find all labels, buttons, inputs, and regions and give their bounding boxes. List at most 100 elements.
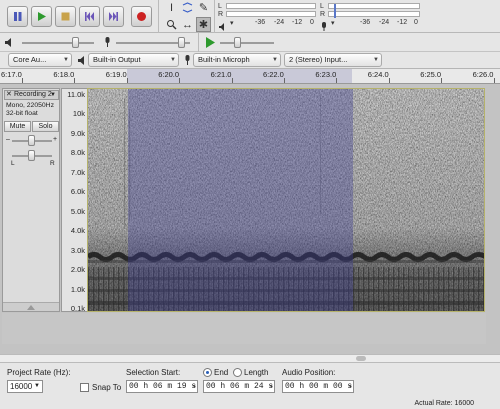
audio-host-value: Core Au... <box>13 55 47 64</box>
playback-meter[interactable]: L R ▾ -36 -24 -12 0 <box>218 2 316 31</box>
meter-chevron-icon[interactable]: ▾ <box>230 19 234 27</box>
play-button[interactable] <box>31 6 52 27</box>
project-rate-combo[interactable]: 16000 ▼ <box>7 380 43 393</box>
length-radio[interactable] <box>233 368 242 377</box>
speaker-icon <box>219 23 224 31</box>
track-pan-slider[interactable] <box>12 149 52 163</box>
audio-position-label: Audio Position: <box>282 368 336 377</box>
collapse-up-icon <box>27 305 35 310</box>
time-shift-tool-icon[interactable]: ↔ <box>180 17 195 32</box>
ruler-tick-mark <box>231 78 233 83</box>
toolbar: I ✎ ↔ ✱ L R ▾ -36 -24 -12 0 L R ▾ -36 -2… <box>0 0 500 33</box>
close-track-icon[interactable]: ✕ <box>6 91 12 99</box>
frequency-label: 10k <box>72 109 85 119</box>
meter-bar-right <box>226 11 316 17</box>
track-control-panel[interactable]: ✕ Recording 2 ▼ Mono, 22050Hz 32-bit flo… <box>2 88 60 312</box>
mute-button[interactable]: Mute <box>4 121 31 132</box>
ruler-tick-mark <box>126 78 128 83</box>
playback-volume-icon <box>5 38 11 47</box>
track-gain-slider[interactable] <box>12 134 52 148</box>
meter-scale-label: -12 <box>292 19 303 26</box>
recording-meter[interactable]: L R ▾ -36 -24 -12 0 <box>320 2 420 31</box>
record-button[interactable] <box>131 6 152 27</box>
track-collapse-bar[interactable] <box>3 302 59 311</box>
playback-device-select[interactable]: Built-in Output ▼ <box>88 53 179 67</box>
ruler-tick-label: 6:18.0 <box>53 70 75 79</box>
selection-start-field[interactable]: 00 h 06 m 19 s ▾ <box>126 380 198 393</box>
chevron-down-icon: ▼ <box>373 57 379 63</box>
spectrogram[interactable] <box>87 88 485 312</box>
track-name-menu[interactable]: ✕ Recording 2 ▼ <box>4 90 59 100</box>
zoom-tool-icon[interactable] <box>164 17 179 32</box>
stop-button[interactable] <box>55 6 76 27</box>
selected-region[interactable] <box>128 89 353 311</box>
record-icon <box>137 12 146 21</box>
ruler-tick-mark <box>74 78 76 83</box>
multi-tool-icon[interactable]: ✱ <box>196 17 211 32</box>
recording-volume-slider[interactable] <box>116 36 190 50</box>
play-icon <box>38 12 46 21</box>
empty-track-space[interactable] <box>2 313 486 344</box>
audio-host-select[interactable]: Core Au... ▼ <box>8 53 72 67</box>
project-rate-value: 16000 <box>10 382 33 391</box>
meter-scale-label: -12 <box>397 19 408 26</box>
frequency-label: 0.1k <box>70 304 85 313</box>
skip-to-end-button[interactable] <box>103 6 124 27</box>
frequency-ruler[interactable]: 11.0k 10k 9.0k 8.0k 7.0k 6.0k 5.0k 4.0k 3.0k 2.0k… <box>61 88 87 313</box>
recording-channels-value: 2 (Stereo) Input... <box>289 55 348 64</box>
snap-to-checkbox[interactable] <box>80 383 89 392</box>
play-at-speed-icon[interactable] <box>205 37 216 48</box>
mixer-toolbar <box>0 33 500 52</box>
microphone-icon <box>185 55 190 65</box>
horizontal-scrollbar[interactable] <box>0 354 500 362</box>
recording-device-select[interactable]: Built-in Microph ▼ <box>193 53 281 67</box>
audio-position-field[interactable]: 00 h 00 m 00 s ▾ <box>282 380 354 393</box>
selection-tool-icon[interactable]: I <box>164 0 179 15</box>
chevron-down-icon: ▼ <box>272 57 278 63</box>
track-bitdepth-label: 32-bit float <box>6 110 38 117</box>
play-at-speed-slider[interactable] <box>220 36 274 50</box>
scrollbar-thumb[interactable] <box>356 356 366 361</box>
stop-icon <box>61 12 70 21</box>
timeline-ruler[interactable]: 6:17.0 6:18.0 6:19.0 6:20.0 6:21.0 6:22.0 6:23… <box>0 69 500 84</box>
chevron-down-icon: ▾ <box>348 383 352 390</box>
draw-tool-icon[interactable]: ✎ <box>196 0 211 15</box>
track-name-label: Recording 2 <box>14 91 52 98</box>
frequency-label: 2.0k <box>70 265 85 275</box>
playback-device-value: Built-in Output <box>93 55 141 64</box>
meter-chevron-icon[interactable]: ▾ <box>331 19 335 27</box>
gain-minus-icon: – <box>6 136 10 143</box>
device-toolbar: Core Au... ▼ Built-in Output ▼ Built-in Mi… <box>0 52 500 69</box>
envelope-tool-icon[interactable] <box>180 0 195 15</box>
frequency-label: 5.0k <box>70 206 85 216</box>
ruler-tick-mark <box>388 78 390 83</box>
solo-button[interactable]: Solo <box>32 121 59 132</box>
end-radio[interactable] <box>203 368 212 377</box>
chevron-down-icon: ▼ <box>63 57 69 63</box>
recording-channels-select[interactable]: 2 (Stereo) Input... ▼ <box>284 53 382 67</box>
frequency-label: 8.0k <box>70 148 85 158</box>
length-label: Length <box>244 368 269 377</box>
snap-to-label: Snap To <box>92 383 122 392</box>
pan-right-label: R <box>50 160 55 167</box>
meter-right-label: R <box>320 11 326 18</box>
selection-end-field[interactable]: 00 h 06 m 24 s ▾ <box>203 380 275 393</box>
skip-to-start-button[interactable] <box>79 6 100 27</box>
pause-button[interactable] <box>7 6 28 27</box>
ruler-tick-label: 6:22.0 <box>263 70 284 79</box>
chevron-down-icon: ▾ <box>269 383 273 390</box>
ruler-tick-label: 6:17.0 <box>1 70 22 79</box>
chevron-down-icon: ▼ <box>50 92 56 98</box>
selection-start-label: Selection Start: <box>126 368 181 377</box>
meter-scale-label: -24 <box>274 19 285 26</box>
frequency-label: 3.0k <box>70 245 85 255</box>
meter-scale-label: -36 <box>360 19 371 26</box>
skip-start-icon <box>85 12 94 21</box>
separator <box>158 0 159 33</box>
ruler-tick-mark <box>179 78 181 83</box>
meter-right-label: R <box>218 11 224 18</box>
audio-position-value: 00 h 00 m 00 s <box>285 382 353 391</box>
playback-volume-slider[interactable] <box>22 36 94 50</box>
recording-device-value: Built-in Microph <box>198 55 250 64</box>
selection-toolbar: Project Rate (Hz): 16000 ▼ Snap To Selec… <box>0 362 500 409</box>
